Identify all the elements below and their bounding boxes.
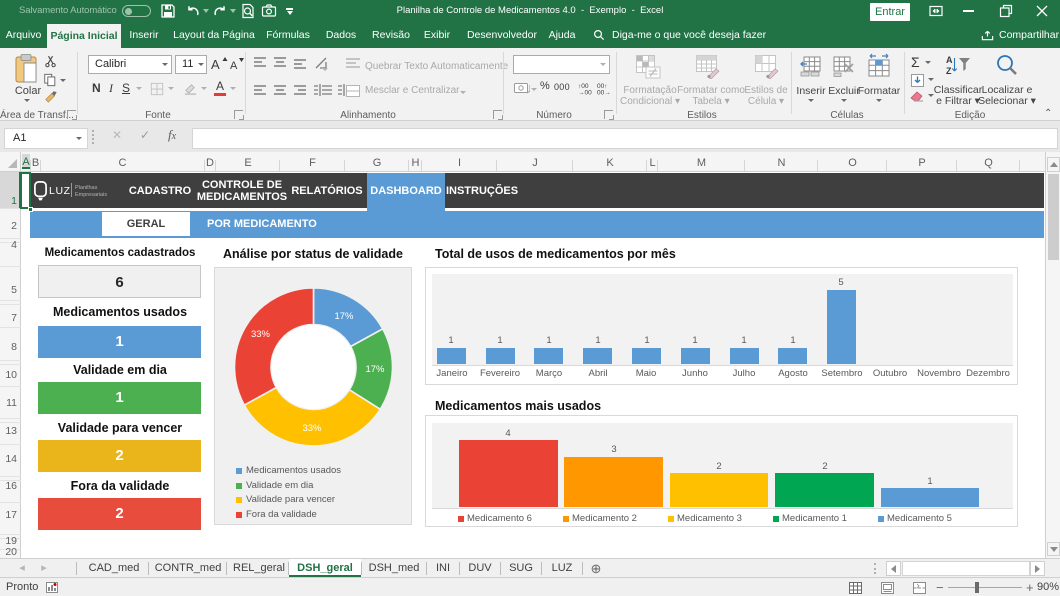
svg-text:33%: 33%: [302, 423, 322, 434]
svg-text:A: A: [211, 57, 220, 72]
svg-text:A: A: [230, 60, 238, 72]
svg-text:17%: 17%: [334, 311, 354, 322]
svg-text:17%: 17%: [365, 364, 385, 375]
svg-text:33%: 33%: [251, 329, 271, 340]
